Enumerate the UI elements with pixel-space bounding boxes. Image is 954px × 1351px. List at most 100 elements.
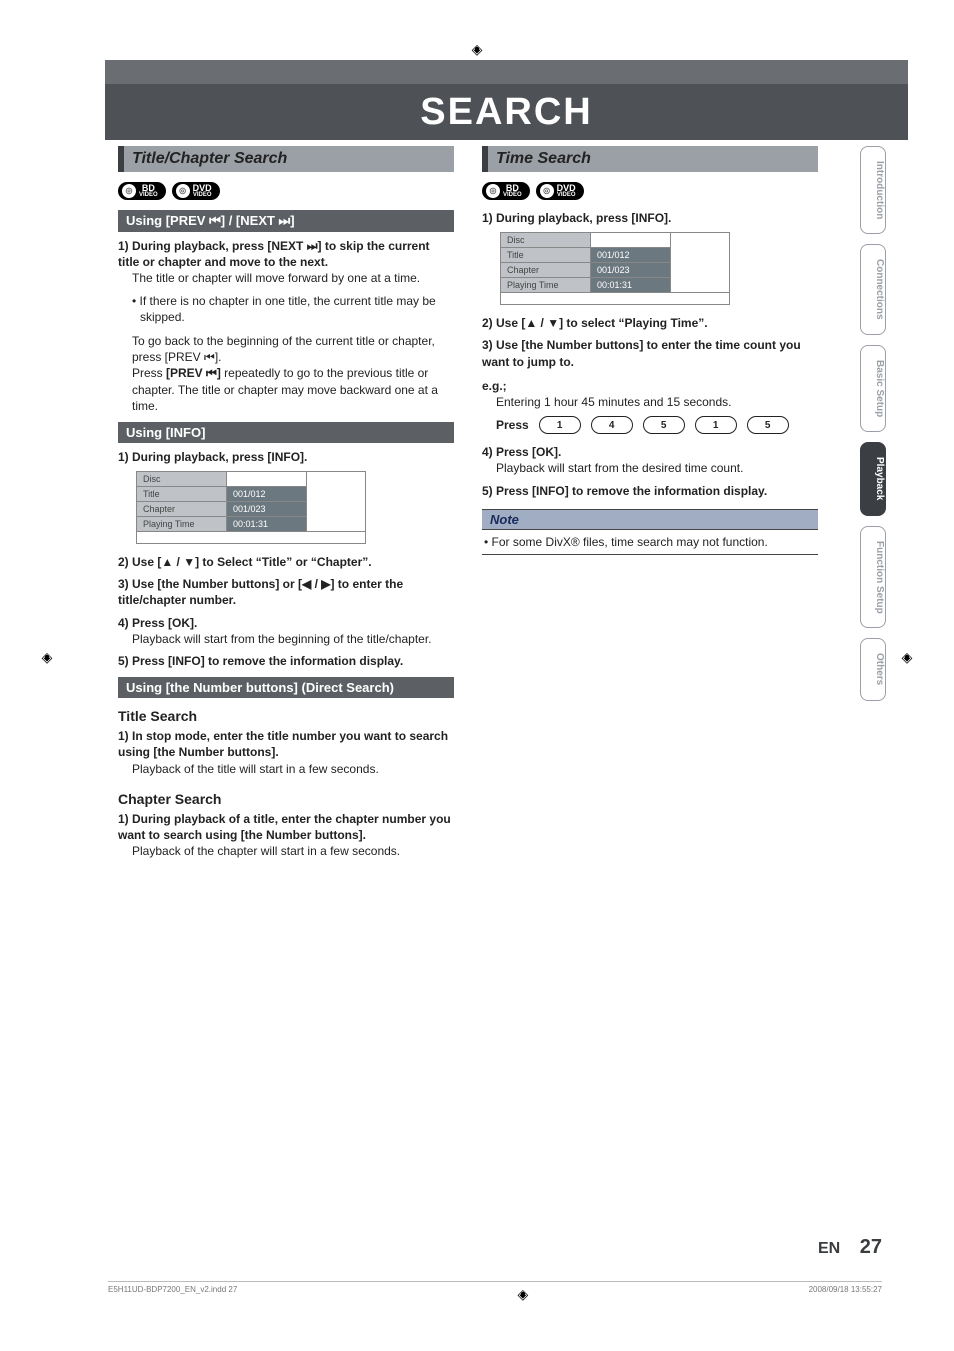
step: 1) In stop mode, enter the title number … [118, 728, 454, 777]
content-area: Title/Chapter Search ◎BDVIDEO ◎DVDVIDEO … [118, 146, 818, 865]
note-heading: Note [482, 509, 818, 530]
table-row: Playing Time00:01:31 [501, 278, 730, 293]
step: 5) Press [INFO] to remove the informatio… [482, 483, 818, 499]
table-row-blank [137, 532, 366, 544]
cell-value: 001/012 [227, 487, 307, 502]
page-title: SEARCH [420, 91, 592, 134]
page-title-band: SEARCH [105, 84, 908, 140]
keys-row: Press 1 4 5 1 5 [496, 416, 818, 434]
step: 4) Press [OK]. Playback will start from … [118, 615, 454, 647]
cell-label: Chapter [501, 263, 591, 278]
step-para: Press [PREV ⏮] repeatedly to go to the p… [132, 365, 454, 414]
tab-introduction[interactable]: Introduction [860, 146, 886, 234]
table-row: Disc [137, 472, 366, 487]
disc-badges-left: ◎BDVIDEO ◎DVDVIDEO [118, 182, 454, 200]
step-text: 1) During playback, press [INFO]. [118, 449, 454, 465]
tab-function-setup[interactable]: Function Setup [860, 526, 886, 629]
registration-mark-left [38, 648, 56, 666]
cell-label: Disc [501, 233, 591, 248]
heading-chapter-search: Chapter Search [118, 791, 454, 807]
footer: E5H11UD-BDP7200_EN_v2.indd 27 2008/09/18… [108, 1281, 882, 1303]
sub-header-prev-next: Using [PREV ⏮] / [NEXT ⏭] [118, 210, 454, 232]
sub-header-info: Using [INFO] [118, 422, 454, 443]
table-row: Title001/012 [501, 248, 730, 263]
info-table-right: Disc Title001/012 Chapter001/023 Playing… [500, 232, 730, 305]
table-row: Playing Time00:01:31 [137, 517, 366, 532]
step-text: 4) Press [OK]. [118, 615, 454, 631]
section-header-time-search: Time Search [482, 146, 818, 172]
step-text: 1) During playback of a title, enter the… [118, 811, 454, 843]
cell-value [227, 472, 307, 487]
page-number: EN 27 [818, 1236, 882, 1259]
note-body: • For some DivX® files, time search may … [482, 530, 818, 556]
number-key: 4 [591, 416, 633, 434]
number-key: 5 [643, 416, 685, 434]
disc-icon: ◎ [176, 184, 190, 198]
section-title: Title/Chapter Search [132, 150, 287, 167]
step-text: 3) Use [the Number buttons] or [◀ / ▶] t… [118, 576, 454, 608]
table-row: Chapter001/023 [501, 263, 730, 278]
tab-basic-setup[interactable]: Basic Setup [860, 345, 886, 432]
section-title: Time Search [496, 150, 591, 167]
step-bullet: • If there is no chapter in one title, t… [132, 293, 454, 325]
cell-label: Chapter [137, 502, 227, 517]
cell-label: Playing Time [137, 517, 227, 532]
number-key: 1 [539, 416, 581, 434]
disc-icon: ◎ [486, 184, 500, 198]
step-text: 4) Press [OK]. [482, 444, 818, 460]
step-body: Playback of the title will start in a fe… [132, 761, 454, 777]
step: 1) During playback, press [NEXT ⏭] to sk… [118, 238, 454, 287]
step-text: 2) Use [▲ / ▼] to select “Playing Time”. [482, 315, 818, 331]
cell-label: Title [501, 248, 591, 263]
disc-icon: ◎ [540, 184, 554, 198]
footer-left: E5H11UD-BDP7200_EN_v2.indd 27 [108, 1285, 237, 1303]
text: Press [132, 366, 166, 380]
number-key: 5 [747, 416, 789, 434]
step-text: 3) Use [the Number buttons] to enter the… [482, 337, 818, 369]
step-body: The title or chapter will move forward b… [132, 270, 454, 286]
step-text: 5) Press [INFO] to remove the informatio… [118, 653, 454, 669]
text-bold: [PREV ⏮] [166, 366, 221, 380]
step-text: 2) Use [▲ / ▼] to Select “Title” or “Cha… [118, 554, 454, 570]
step: 4) Press [OK]. Playback will start from … [482, 444, 818, 476]
top-bar [105, 60, 908, 84]
badge-bd: ◎BDVIDEO [482, 182, 530, 200]
cell-label: Disc [137, 472, 227, 487]
table-row-blank [501, 293, 730, 305]
badge-dvd: ◎DVDVIDEO [172, 182, 220, 200]
page-lang: EN [818, 1240, 840, 1257]
number-key: 1 [695, 416, 737, 434]
registration-mark-top [468, 40, 486, 58]
press-label: Press [496, 418, 529, 432]
step-text: 1) During playback, press [NEXT ⏭] to sk… [118, 238, 454, 270]
tab-playback[interactable]: Playback [860, 442, 886, 515]
left-column: Title/Chapter Search ◎BDVIDEO ◎DVDVIDEO … [118, 146, 454, 865]
badge-bd: ◎BDVIDEO [118, 182, 166, 200]
step: 2) Use [▲ / ▼] to select “Playing Time”. [482, 315, 818, 331]
cell-value: 001/023 [227, 502, 307, 517]
step: 1) During playback, press [INFO]. [118, 449, 454, 465]
disc-badges-right: ◎BDVIDEO ◎DVDVIDEO [482, 182, 818, 200]
cell-value: 00:01:31 [227, 517, 307, 532]
table-row: Title001/012 [137, 487, 366, 502]
cell-value [591, 233, 671, 248]
step-body: Playback will start from the beginning o… [132, 631, 454, 647]
eg-block: e.g.; Entering 1 hour 45 minutes and 15 … [482, 378, 818, 410]
tab-others[interactable]: Others [860, 638, 886, 700]
step: 2) Use [▲ / ▼] to Select “Title” or “Cha… [118, 554, 454, 570]
badge-dvd: ◎DVDVIDEO [536, 182, 584, 200]
step-text: 1) In stop mode, enter the title number … [118, 728, 454, 760]
sub-header-direct-search: Using [the Number buttons] (Direct Searc… [118, 677, 454, 698]
tab-connections[interactable]: Connections [860, 244, 886, 335]
step-body: Playback of the chapter will start in a … [132, 843, 454, 859]
step: 3) Use [the Number buttons] or [◀ / ▶] t… [118, 576, 454, 608]
footer-right: 2008/09/18 13:55:27 [809, 1285, 882, 1303]
cell-label: Title [137, 487, 227, 502]
section-header-title-chapter: Title/Chapter Search [118, 146, 454, 172]
registration-mark-bottom [514, 1285, 532, 1303]
cell-value: 00:01:31 [591, 278, 671, 293]
step-para: To go back to the beginning of the curre… [132, 333, 454, 365]
disc-icon: ◎ [122, 184, 136, 198]
step-body: Playback will start from the desired tim… [496, 460, 818, 476]
step: 5) Press [INFO] to remove the informatio… [118, 653, 454, 669]
